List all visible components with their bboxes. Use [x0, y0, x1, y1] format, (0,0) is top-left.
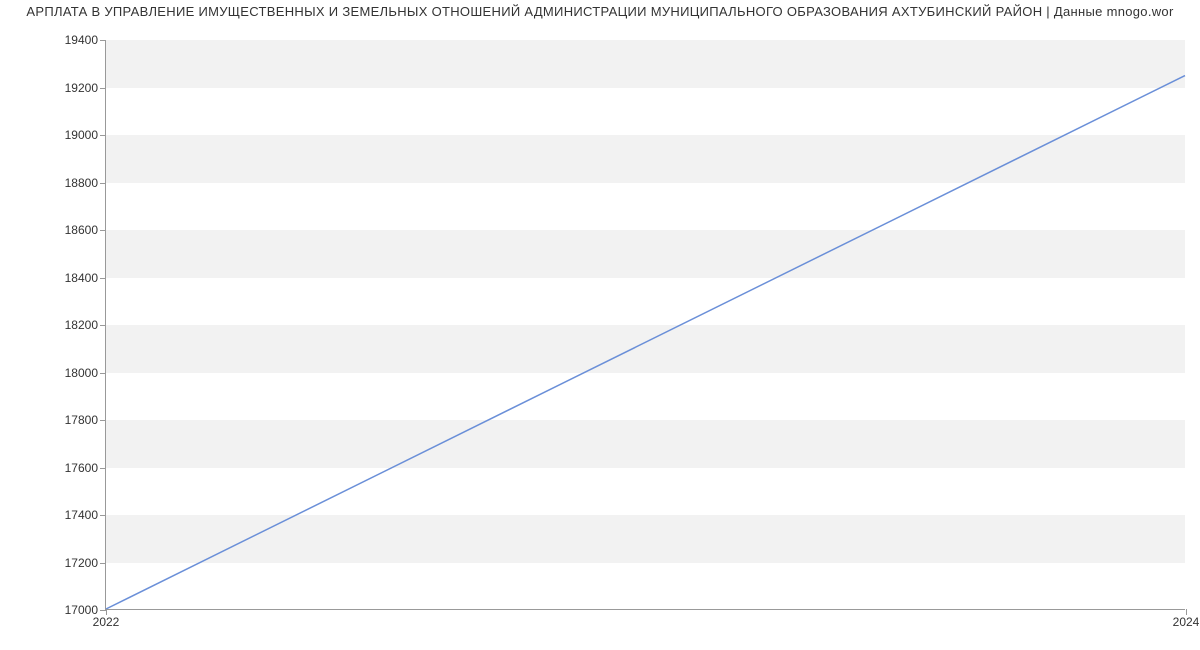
- y-tick: [100, 468, 106, 469]
- y-tick: [100, 40, 106, 41]
- x-axis-label: 2024: [1173, 615, 1200, 629]
- y-axis-label: 17000: [38, 603, 98, 617]
- y-axis-label: 17400: [38, 508, 98, 522]
- chart-line-svg: [106, 40, 1185, 609]
- y-axis-label: 17600: [38, 461, 98, 475]
- y-tick: [100, 420, 106, 421]
- plot-area: 20222024: [105, 40, 1185, 610]
- y-axis-label: 19400: [38, 33, 98, 47]
- y-tick: [100, 230, 106, 231]
- y-axis-label: 19000: [38, 128, 98, 142]
- y-tick: [100, 515, 106, 516]
- y-axis-label: 18400: [38, 271, 98, 285]
- y-axis-label: 18200: [38, 318, 98, 332]
- chart-container: 20222024 1700017200174001760017800180001…: [0, 25, 1200, 645]
- y-tick: [100, 563, 106, 564]
- y-tick: [100, 135, 106, 136]
- y-axis-label: 18800: [38, 176, 98, 190]
- y-tick: [100, 325, 106, 326]
- y-tick: [100, 88, 106, 89]
- y-tick: [100, 373, 106, 374]
- data-line: [106, 76, 1185, 609]
- y-axis-label: 18600: [38, 223, 98, 237]
- y-axis-label: 18000: [38, 366, 98, 380]
- y-axis-label: 17200: [38, 556, 98, 570]
- y-tick: [100, 278, 106, 279]
- x-axis-label: 2022: [93, 615, 120, 629]
- chart-title: АРПЛАТА В УПРАВЛЕНИЕ ИМУЩЕСТВЕННЫХ И ЗЕМ…: [0, 0, 1200, 25]
- y-axis-label: 19200: [38, 81, 98, 95]
- y-tick: [100, 183, 106, 184]
- y-axis-label: 17800: [38, 413, 98, 427]
